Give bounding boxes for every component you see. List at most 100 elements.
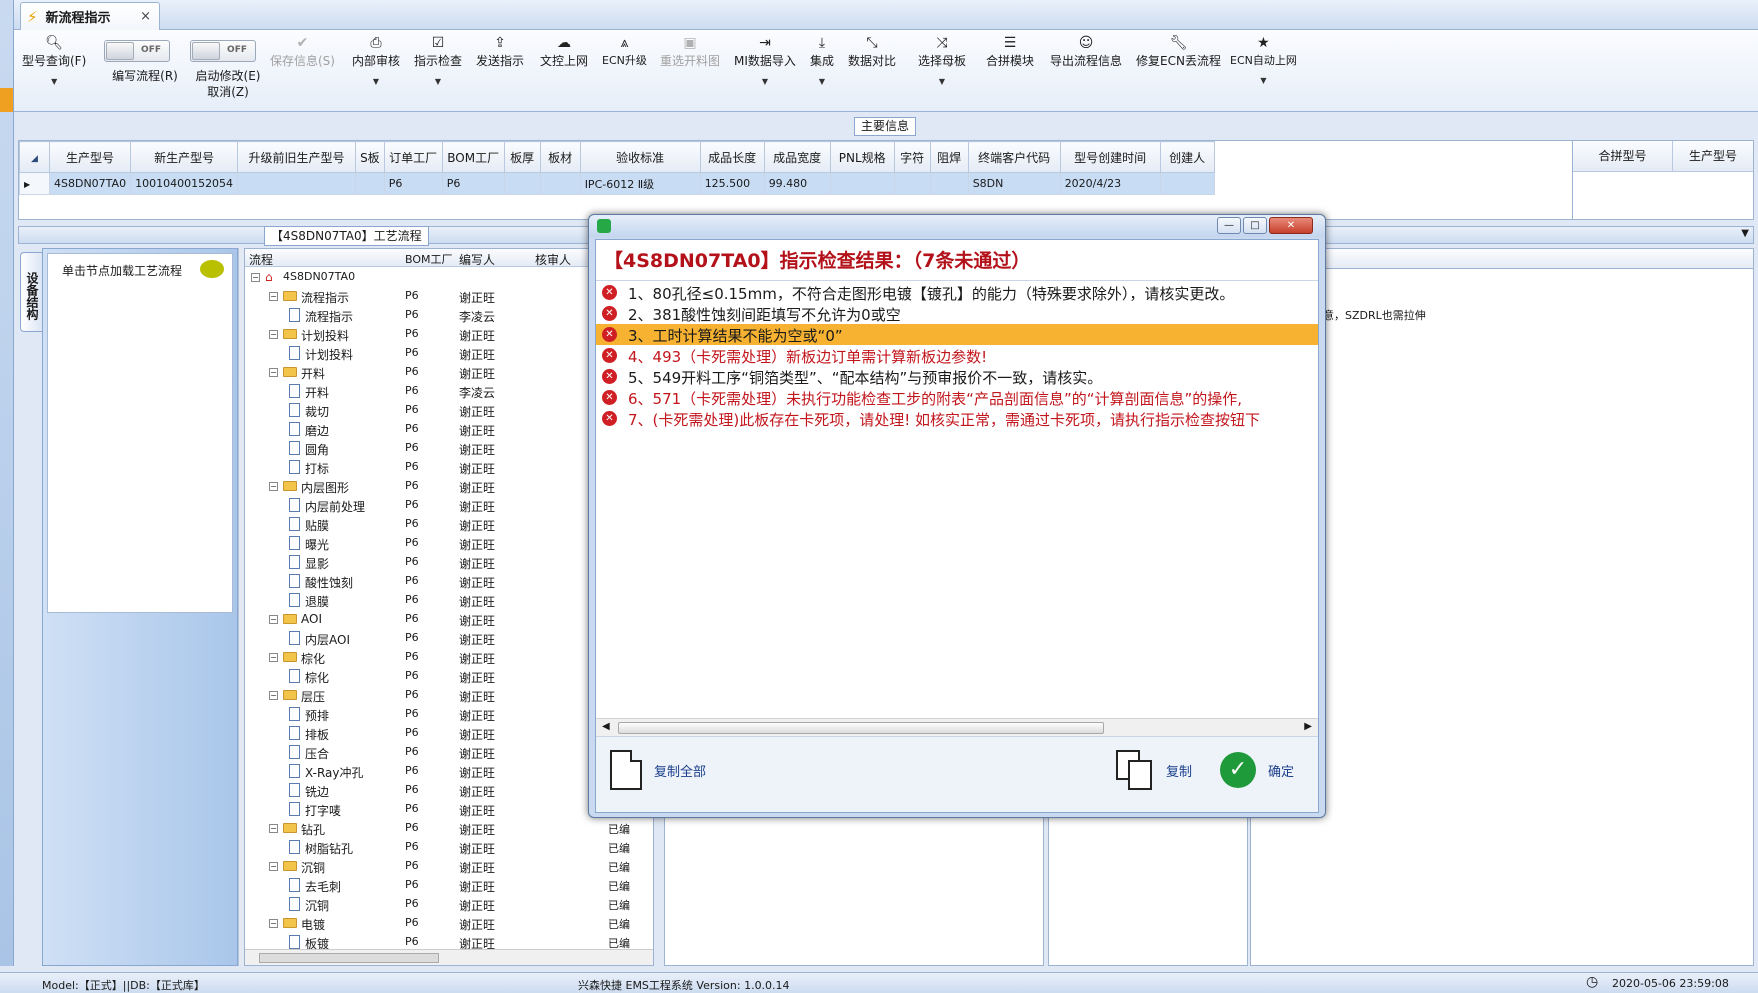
table-cell[interactable]: 2020/4/23 <box>1059 172 1161 195</box>
table-cell[interactable]: 99.480 <box>763 172 831 195</box>
compare-button[interactable]: ⤡ 数据对比 <box>848 34 896 69</box>
result-item[interactable]: ✕ 3、工时计算结果不能为空或“0” <box>596 324 1318 345</box>
dropdown-arrow-icon[interactable]: ▼ <box>352 77 400 86</box>
column-header[interactable]: 验收标准 <box>579 141 701 173</box>
close-button[interactable]: ✕ <box>1269 217 1313 234</box>
result-item[interactable]: ✕ 6、571（卡死需处理）未执行功能检查工步的附表“产品剖面信息”的“计算剖面信… <box>596 387 1318 408</box>
send-button[interactable]: ⇪ 发送指示 <box>476 34 524 69</box>
upload-button[interactable]: ☁ 文控上网 <box>540 34 588 69</box>
tree-node[interactable]: 去毛刺 P6 谢正旺 已编 <box>245 876 653 895</box>
expand-toggle-icon[interactable]: − <box>269 482 278 491</box>
table-cell[interactable] <box>355 172 385 195</box>
repair-ecn-button[interactable]: 🔧︎ 修复ECN丢流程 <box>1136 34 1221 69</box>
tree-node[interactable]: − 沉铜 P6 谢正旺 已编 <box>245 857 653 876</box>
dropdown-arrow-icon[interactable]: ▼ <box>22 77 86 86</box>
dropdown-arrow-icon[interactable]: ▼ <box>810 77 834 86</box>
tree-node[interactable]: − 电镀 P6 谢正旺 已编 <box>245 914 653 933</box>
integrate-button[interactable]: ⤓ 集成 ▼ <box>810 34 834 86</box>
reselect-button[interactable]: ▣ 重选开料图 <box>660 34 720 69</box>
tree-horizontal-scrollbar[interactable] <box>245 949 653 965</box>
ecn-auto-button[interactable]: ★ ECN自动上网 ▼ <box>1230 34 1297 85</box>
auto-modify-toggle[interactable]: OFF <box>190 40 256 62</box>
table-cell[interactable]: IPC-6012 Ⅱ级 <box>579 172 701 195</box>
ok-button[interactable]: ✓ 确定 <box>1220 749 1294 791</box>
expand-toggle-icon[interactable]: − <box>251 273 260 282</box>
dropdown-arrow-icon[interactable]: ▼ <box>918 77 966 86</box>
expand-toggle-icon[interactable]: − <box>269 653 278 662</box>
column-header[interactable]: 创建人 <box>1159 141 1215 173</box>
table-cell[interactable] <box>237 172 357 195</box>
dialog-titlebar[interactable]: — □ ✕ <box>589 215 1325 237</box>
combine-button[interactable]: ☰ 合拼模块 <box>986 34 1034 69</box>
save-button[interactable]: ✔ 保存信息(S) <box>270 34 335 69</box>
result-item[interactable]: ✕ 2、381酸性蚀刻间距填写不允许为0或空 <box>596 303 1318 324</box>
collapse-arrow-icon[interactable]: ▼ <box>1741 228 1749 239</box>
column-header[interactable]: 成品长度 <box>699 141 765 173</box>
column-header[interactable]: 新生产型号 <box>130 141 239 173</box>
dropdown-arrow-icon[interactable]: ▼ <box>1230 76 1297 85</box>
column-header[interactable]: 板材 <box>539 141 581 173</box>
internal-review-button[interactable]: ⎙ 内部审核 ▼ <box>352 34 400 86</box>
table-cell[interactable]: 125.500 <box>699 172 765 195</box>
result-item[interactable]: ✕ 5、549开料工序“铜箔类型”、“配本结构”与预审报价不一致，请核实。 <box>596 366 1318 387</box>
result-horizontal-scrollbar[interactable]: ◀ ▶ <box>596 718 1318 736</box>
column-header[interactable]: 生产型号 <box>48 141 132 173</box>
expand-toggle-icon[interactable]: − <box>269 368 278 377</box>
column-header[interactable]: 阻焊 <box>929 141 969 173</box>
table-row[interactable]: ▶ 4S8DN07TA0 10010400152054 P6 P6 IPC-6012 Ⅱ级… <box>19 172 1215 195</box>
column-header[interactable]: 型号创建时间 <box>1059 141 1161 173</box>
column-header[interactable]: 字符 <box>893 141 931 173</box>
expand-toggle-icon[interactable]: − <box>269 862 278 871</box>
tree-node[interactable]: 沉铜 P6 谢正旺 已编 <box>245 895 653 914</box>
table-cell[interactable]: S8DN <box>967 172 1061 195</box>
table-cell[interactable]: 10010400152054 <box>130 172 239 195</box>
column-header[interactable]: S板 <box>355 141 385 173</box>
check-button[interactable]: ☑ 指示检查 ▼ <box>414 34 462 86</box>
tree-node[interactable]: − 钻孔 P6 谢正旺 已编 <box>245 819 653 838</box>
select-board-button[interactable]: ⤨ 选择母板 ▼ <box>918 34 966 86</box>
export-button[interactable]: ☺ 导出流程信息 <box>1050 34 1122 69</box>
ecn-upgrade-button[interactable]: ⩓ ECN升级 <box>602 34 647 68</box>
table-cell[interactable] <box>829 172 895 195</box>
scroll-right-icon[interactable]: ▶ <box>1304 721 1312 732</box>
result-item[interactable]: ✕ 1、80孔径≤0.15mm，不符合走图形电镀【镀孔】的能力（特殊要求除外），请… <box>596 282 1318 303</box>
query-button[interactable]: 🔍︎ 型号查询(F) ▼ <box>22 34 86 86</box>
column-header[interactable]: BOM工厂 <box>441 141 505 173</box>
column-header[interactable]: PNL规格 <box>829 141 895 173</box>
tab-new-flow[interactable]: ⚡ 新流程指示 × <box>20 2 160 30</box>
expand-toggle-icon[interactable]: − <box>269 330 278 339</box>
table-cell[interactable] <box>503 172 541 195</box>
copy-all-button[interactable]: 复制全部 <box>610 749 706 791</box>
scroll-left-icon[interactable]: ◀ <box>602 721 610 732</box>
column-header[interactable]: 升级前旧生产型号 <box>237 141 357 173</box>
table-cell[interactable] <box>893 172 931 195</box>
expand-toggle-icon[interactable]: − <box>269 691 278 700</box>
table-cell[interactable] <box>539 172 581 195</box>
minimize-button[interactable]: — <box>1217 217 1241 234</box>
table-cell[interactable]: P6 <box>441 172 505 195</box>
expand-toggle-icon[interactable]: − <box>269 824 278 833</box>
tab-close-button[interactable]: × <box>140 9 151 24</box>
device-structure-tab[interactable]: 设备结构 <box>20 252 42 332</box>
table-cell[interactable] <box>1159 172 1215 195</box>
column-header[interactable]: 终端客户代码 <box>967 141 1061 173</box>
expand-toggle-icon[interactable]: − <box>269 292 278 301</box>
column-header[interactable]: 成品宽度 <box>763 141 831 173</box>
row-selector[interactable]: ▶ <box>19 172 50 195</box>
table-cell[interactable] <box>929 172 969 195</box>
table-cell[interactable]: P6 <box>383 172 443 195</box>
result-item[interactable]: ✕ 4、493（卡死需处理）新板边订单需计算新板边参数! <box>596 345 1318 366</box>
node-box[interactable]: 单击节点加载工艺流程 <box>47 253 233 613</box>
expand-toggle-icon[interactable]: − <box>269 919 278 928</box>
scroll-thumb[interactable] <box>618 722 1104 734</box>
column-header[interactable]: 板厚 <box>503 141 541 173</box>
result-item[interactable]: ✕ 7、(卡死需处理)此板存在卡死项，请处理! 如核实正常，需通过卡死项，请执行指… <box>596 408 1318 429</box>
mi-import-button[interactable]: ⇥ MI数据导入 ▼ <box>734 34 796 86</box>
column-header[interactable]: 订单工厂 <box>383 141 443 173</box>
copy-button[interactable]: 复制 <box>1116 749 1192 791</box>
expand-toggle-icon[interactable]: − <box>269 615 278 624</box>
scroll-thumb[interactable] <box>259 953 439 963</box>
maximize-button[interactable]: □ <box>1243 217 1267 234</box>
tree-node[interactable]: 树脂钻孔 P6 谢正旺 已编 <box>245 838 653 857</box>
edit-flow-toggle[interactable]: OFF <box>104 40 170 62</box>
